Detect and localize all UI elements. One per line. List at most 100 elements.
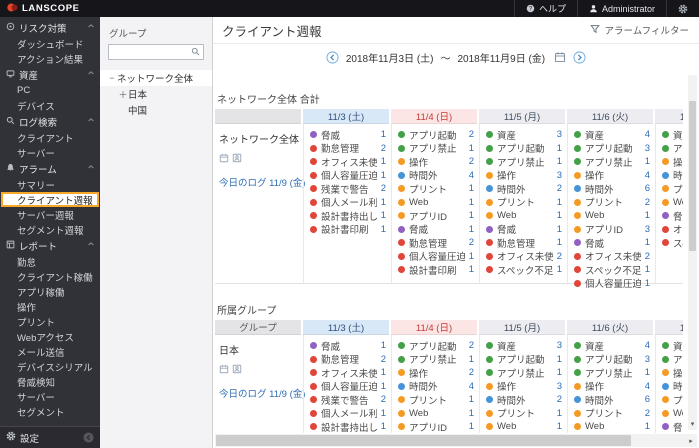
- alarm-count[interactable]: 1: [469, 394, 474, 405]
- user-menu[interactable]: Administrator: [576, 0, 666, 17]
- alarm-item[interactable]: Web 1: [392, 196, 479, 210]
- alarm-item[interactable]: 操作 4: [568, 380, 655, 393]
- alarm-item[interactable]: プリント: [656, 182, 683, 196]
- alarm-count[interactable]: 1: [557, 421, 562, 432]
- alarm-count[interactable]: 2: [381, 183, 386, 194]
- alarm-item[interactable]: 設計書印刷 1: [304, 223, 391, 236]
- sidebar-item-4-3[interactable]: 操作: [0, 299, 100, 314]
- alarm-item[interactable]: プリント: [656, 393, 683, 407]
- alarm-count[interactable]: 2: [645, 408, 650, 419]
- alarm-count[interactable]: 2: [645, 251, 650, 262]
- alarm-item[interactable]: オフィス未使用 2: [480, 250, 567, 263]
- today-log-link[interactable]: 今日のログ 11/9 (金): [219, 389, 305, 400]
- alarm-count[interactable]: 1: [469, 224, 474, 235]
- alarm-count[interactable]: 1: [557, 237, 562, 248]
- alarm-item[interactable]: アプリ起動 2: [392, 128, 479, 142]
- alarm-item[interactable]: Web 1: [480, 420, 567, 433]
- alarm-item[interactable]: 時間外 6: [568, 393, 655, 407]
- tree-expander[interactable]: ＋: [118, 88, 128, 101]
- alarm-item[interactable]: アプリ禁止: [656, 353, 683, 366]
- sidebar-item-4-0[interactable]: 勤怠: [0, 254, 100, 269]
- sidebar-item-2-1[interactable]: サーバー: [0, 145, 100, 160]
- alarm-item[interactable]: Web 1: [568, 420, 655, 433]
- alarm-item[interactable]: 勤怠管理 2: [304, 142, 391, 155]
- alarm-count[interactable]: 4: [469, 170, 474, 181]
- scroll-down-button[interactable]: ▾: [688, 418, 697, 430]
- alarm-item[interactable]: 脅威 1: [480, 223, 567, 236]
- alarm-item[interactable]: 時間外 6: [568, 182, 655, 196]
- alarm-count[interactable]: 1: [645, 264, 650, 275]
- collapse-sidebar-button[interactable]: [83, 432, 94, 443]
- alarm-count[interactable]: 3: [557, 340, 562, 351]
- alarm-item[interactable]: 時間外 4: [392, 169, 479, 182]
- alarm-item[interactable]: アプリ禁止 1: [568, 155, 655, 169]
- alarm-count[interactable]: 1: [381, 408, 386, 419]
- sidebar-section-2[interactable]: ログ検索: [0, 113, 100, 130]
- alarm-item[interactable]: アプリ禁止 1: [568, 366, 655, 380]
- alarm-item[interactable]: アプリ起動 2: [392, 339, 479, 353]
- alarm-item[interactable]: Web: [656, 196, 683, 210]
- alarm-item[interactable]: 設計書印刷 1: [392, 263, 479, 277]
- alarm-item[interactable]: 脅威 1: [392, 223, 479, 236]
- sidebar-item-4-1[interactable]: クライアント稼働: [0, 269, 100, 284]
- alarm-count[interactable]: 1: [557, 354, 562, 365]
- sidebar-item-4-10[interactable]: セグメント: [0, 404, 100, 419]
- alarm-item[interactable]: 脅威: [656, 420, 683, 433]
- scroll-right-button[interactable]: ▸: [685, 434, 697, 447]
- vertical-scrollbar-thumb[interactable]: [689, 101, 696, 251]
- alarm-count[interactable]: 1: [381, 421, 386, 432]
- alarm-count[interactable]: 2: [469, 367, 474, 378]
- alarm-count[interactable]: 1: [557, 224, 562, 235]
- alarm-count[interactable]: 1: [381, 129, 386, 140]
- alarm-item[interactable]: アプリ禁止: [656, 142, 683, 155]
- alarm-count[interactable]: 1: [469, 251, 474, 262]
- alarm-item[interactable]: プリント 1: [480, 196, 567, 209]
- log-calendar-icon[interactable]: [219, 361, 229, 379]
- alarm-count[interactable]: 2: [469, 129, 474, 140]
- alarm-item[interactable]: スペック不足: [656, 236, 683, 250]
- alarm-count[interactable]: 1: [557, 367, 562, 378]
- sidebar-item-3-3[interactable]: セグメント週報: [0, 222, 100, 237]
- alarm-item[interactable]: 脅威 1: [568, 236, 655, 250]
- alarm-item[interactable]: Web 1: [392, 407, 479, 421]
- alarm-item[interactable]: 時間外 2: [480, 393, 567, 407]
- alarm-item[interactable]: 脅威 1: [304, 128, 391, 142]
- alarm-count[interactable]: 1: [469, 143, 474, 154]
- alarm-item[interactable]: オフィス未使用: [656, 223, 683, 236]
- alarm-count[interactable]: 1: [557, 143, 562, 154]
- alarm-count[interactable]: 1: [469, 183, 474, 194]
- alarm-item[interactable]: 資産: [656, 128, 683, 142]
- alarm-count[interactable]: 1: [469, 197, 474, 208]
- alarm-item[interactable]: 資産 4: [568, 339, 655, 353]
- alarm-count[interactable]: 1: [645, 156, 650, 167]
- alarm-item[interactable]: アプリ禁止 1: [480, 155, 567, 169]
- group-search-input[interactable]: [112, 47, 191, 57]
- tree-node-1[interactable]: ＋日本: [100, 86, 212, 102]
- today-log-link[interactable]: 今日のログ 11/9 (金): [219, 178, 305, 189]
- alarm-count[interactable]: 1: [645, 421, 650, 432]
- alarm-count[interactable]: 2: [381, 143, 386, 154]
- sidebar-item-4-6[interactable]: メール送信: [0, 344, 100, 359]
- alarm-item[interactable]: アプリID 3: [568, 223, 655, 236]
- alarm-item[interactable]: プリント 1: [392, 182, 479, 196]
- alarm-count[interactable]: 1: [469, 210, 474, 221]
- alarm-item[interactable]: 脅威 1: [304, 339, 391, 353]
- sidebar-item-0-0[interactable]: ダッシュボード: [0, 36, 100, 51]
- sidebar-section-0[interactable]: リスク対策: [0, 19, 100, 36]
- alarm-count[interactable]: 1: [557, 210, 562, 221]
- alarm-count[interactable]: 3: [645, 354, 650, 365]
- alarm-item[interactable]: プリント 1: [480, 407, 567, 420]
- alarm-item[interactable]: 勤怠管理 2: [392, 236, 479, 250]
- alarm-count[interactable]: 4: [469, 381, 474, 392]
- sidebar-item-settings[interactable]: 設定: [0, 426, 100, 448]
- alarm-count[interactable]: 1: [645, 278, 650, 289]
- alarm-item[interactable]: 残業で警告 2: [304, 393, 391, 407]
- alarm-item[interactable]: 個人メール利用 1: [304, 196, 391, 209]
- alarm-count[interactable]: 1: [557, 264, 562, 275]
- alarm-item[interactable]: アプリ禁止 1: [480, 366, 567, 380]
- alarm-item[interactable]: 操作 2: [392, 366, 479, 380]
- alarm-count[interactable]: 3: [645, 143, 650, 154]
- search-icon[interactable]: [191, 43, 200, 61]
- alarm-count[interactable]: 2: [469, 237, 474, 248]
- alarm-item[interactable]: アプリID 1: [392, 420, 479, 433]
